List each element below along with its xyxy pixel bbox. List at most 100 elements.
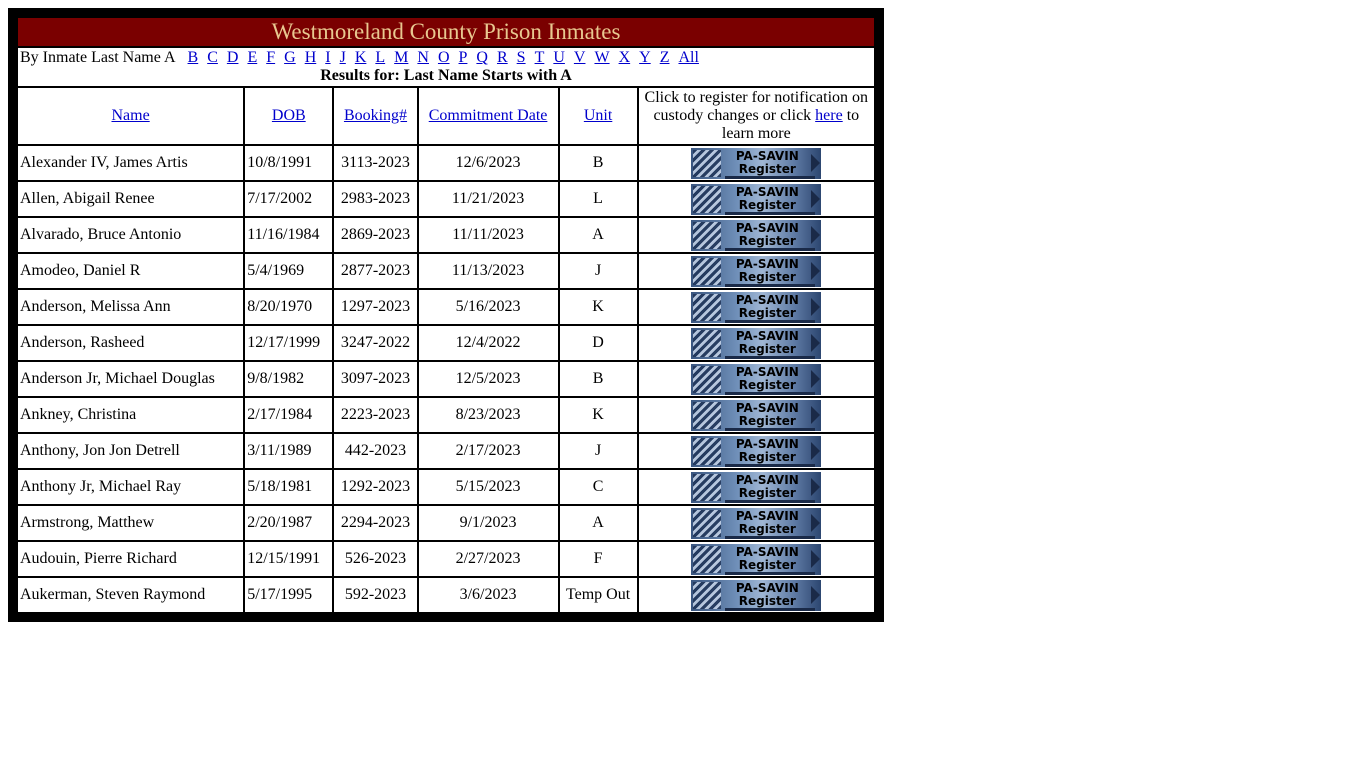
header-commitment: Commitment Date xyxy=(418,88,558,144)
alphabet-link-x[interactable]: X xyxy=(619,49,631,66)
savin-register-button[interactable]: PA-SAVIN Register xyxy=(691,399,822,431)
inmate-name: Allen, Abigail Renee xyxy=(18,182,244,216)
inmate-dob: 9/8/1982 xyxy=(245,362,333,396)
inmate-unit: B xyxy=(559,362,637,396)
savin-register-button[interactable]: PA-SAVIN Register xyxy=(691,219,822,251)
alphabet-link-h[interactable]: H xyxy=(305,49,317,66)
savin-logo-icon xyxy=(693,149,722,177)
arrow-right-icon xyxy=(811,441,821,460)
alphabet-link-j[interactable]: J xyxy=(340,49,346,66)
savin-register-label: Register xyxy=(738,233,796,248)
savin-register-button[interactable]: PA-SAVIN Register xyxy=(691,147,822,179)
table-row: Anthony, Jon Jon Detrell 3/11/1989 442-202… xyxy=(18,434,874,468)
alphabet-link-c[interactable]: C xyxy=(207,49,218,66)
savin-logo-icon xyxy=(693,257,722,285)
sort-booking-link[interactable]: Booking# xyxy=(344,107,407,124)
savin-label: PA-SAVIN xyxy=(735,436,799,451)
savin-register-button[interactable]: PA-SAVIN Register xyxy=(691,291,822,323)
alphabet-link-m[interactable]: M xyxy=(394,49,408,66)
inmate-unit: A xyxy=(559,218,637,252)
savin-register-button[interactable]: PA-SAVIN Register xyxy=(691,507,822,539)
alphabet-link-u[interactable]: U xyxy=(553,49,565,66)
inmate-booking-number: 3247-2022 xyxy=(334,326,417,360)
header-row: Name DOB Booking# Commitment Date Unit C… xyxy=(18,88,874,144)
alphabet-link-q[interactable]: Q xyxy=(476,49,488,66)
inmate-unit: A xyxy=(559,506,637,540)
alphabet-link-d[interactable]: D xyxy=(227,49,239,66)
learn-more-link[interactable]: here xyxy=(815,107,843,124)
alphabet-link-z[interactable]: Z xyxy=(660,49,670,66)
savin-register-button[interactable]: PA-SAVIN Register xyxy=(691,363,822,395)
savin-underline xyxy=(725,499,816,503)
savin-label: PA-SAVIN xyxy=(735,544,799,559)
savin-cell: PA-SAVIN Register xyxy=(638,470,874,504)
alphabet-link-f[interactable]: F xyxy=(266,49,275,66)
alphabet-link-e[interactable]: E xyxy=(247,49,257,66)
savin-underline xyxy=(725,175,816,179)
sort-unit-link[interactable]: Unit xyxy=(584,107,612,124)
table-row: Aukerman, Steven Raymond 5/17/1995 592-202… xyxy=(18,578,874,612)
savin-register-label: Register xyxy=(738,197,796,212)
savin-label: PA-SAVIN xyxy=(735,400,799,415)
arrow-right-icon xyxy=(811,297,821,316)
table-row: Anthony Jr, Michael Ray 5/18/1981 1292-202… xyxy=(18,470,874,504)
alphabet-link-v[interactable]: V xyxy=(574,49,586,66)
inmate-name: Amodeo, Daniel R xyxy=(18,254,244,288)
sort-name-link[interactable]: Name xyxy=(111,107,149,124)
savin-register-button[interactable]: PA-SAVIN Register xyxy=(691,255,822,287)
inmate-booking-number: 3097-2023 xyxy=(334,362,417,396)
arrow-right-icon xyxy=(811,513,821,532)
inmate-dob: 11/16/1984 xyxy=(245,218,333,252)
alphabet-link-g[interactable]: G xyxy=(284,49,296,66)
inmate-dob: 12/17/1999 xyxy=(245,326,333,360)
page-title: Westmoreland County Prison Inmates xyxy=(18,18,874,46)
alphabet-link-b[interactable]: B xyxy=(188,49,199,66)
table-row: Ankney, Christina 2/17/1984 2223-2023 8/23/… xyxy=(18,398,874,432)
alphabet-link-y[interactable]: Y xyxy=(639,49,651,66)
alphabet-links: By Inmate Last Name A BCDEFGHIJKLMNOPQRS… xyxy=(20,49,872,67)
alphabet-link-n[interactable]: N xyxy=(417,49,429,66)
inmate-unit: B xyxy=(559,146,637,180)
savin-register-label: Register xyxy=(738,341,796,356)
alphabet-link-w[interactable]: W xyxy=(594,49,609,66)
inmate-dob: 2/17/1984 xyxy=(245,398,333,432)
savin-register-label: Register xyxy=(738,413,796,428)
savin-register-label: Register xyxy=(738,269,796,284)
inmate-name: Aukerman, Steven Raymond xyxy=(18,578,244,612)
sort-dob-link[interactable]: DOB xyxy=(272,107,306,124)
sort-commitment-link[interactable]: Commitment Date xyxy=(429,107,548,124)
inmate-name: Anderson, Melissa Ann xyxy=(18,290,244,324)
alphabet-link-s[interactable]: S xyxy=(517,49,526,66)
savin-logo-icon xyxy=(693,221,722,249)
alphabet-link-l[interactable]: L xyxy=(375,49,385,66)
alphabet-link-all[interactable]: All xyxy=(678,49,698,66)
savin-register-button[interactable]: PA-SAVIN Register xyxy=(691,579,822,611)
savin-cell: PA-SAVIN Register xyxy=(638,326,874,360)
savin-register-button[interactable]: PA-SAVIN Register xyxy=(691,183,822,215)
alphabet-link-p[interactable]: P xyxy=(459,49,468,66)
savin-underline xyxy=(725,247,816,251)
savin-underline xyxy=(725,607,816,611)
alphabet-link-o[interactable]: O xyxy=(438,49,450,66)
alphabet-link-k[interactable]: K xyxy=(355,49,367,66)
savin-label: PA-SAVIN xyxy=(735,364,799,379)
inmate-commitment-date: 12/4/2022 xyxy=(418,326,558,360)
alphabet-link-r[interactable]: R xyxy=(497,49,508,66)
savin-label: PA-SAVIN xyxy=(735,508,799,523)
savin-label: PA-SAVIN xyxy=(735,580,799,595)
inmate-commitment-date: 11/11/2023 xyxy=(418,218,558,252)
savin-register-button[interactable]: PA-SAVIN Register xyxy=(691,327,822,359)
savin-register-button[interactable]: PA-SAVIN Register xyxy=(691,435,822,467)
inmate-commitment-date: 11/13/2023 xyxy=(418,254,558,288)
arrow-right-icon xyxy=(811,405,821,424)
savin-cell: PA-SAVIN Register xyxy=(638,146,874,180)
alphabet-link-t[interactable]: T xyxy=(535,49,545,66)
arrow-right-icon xyxy=(811,261,821,280)
savin-register-button[interactable]: PA-SAVIN Register xyxy=(691,543,822,575)
savin-cell: PA-SAVIN Register xyxy=(638,218,874,252)
inmate-table-frame: Westmoreland County Prison Inmates By In… xyxy=(8,8,884,622)
table-row: Alvarado, Bruce Antonio 11/16/1984 2869-20… xyxy=(18,218,874,252)
savin-register-button[interactable]: PA-SAVIN Register xyxy=(691,471,822,503)
inmate-dob: 5/18/1981 xyxy=(245,470,333,504)
alphabet-link-i[interactable]: I xyxy=(325,49,330,66)
